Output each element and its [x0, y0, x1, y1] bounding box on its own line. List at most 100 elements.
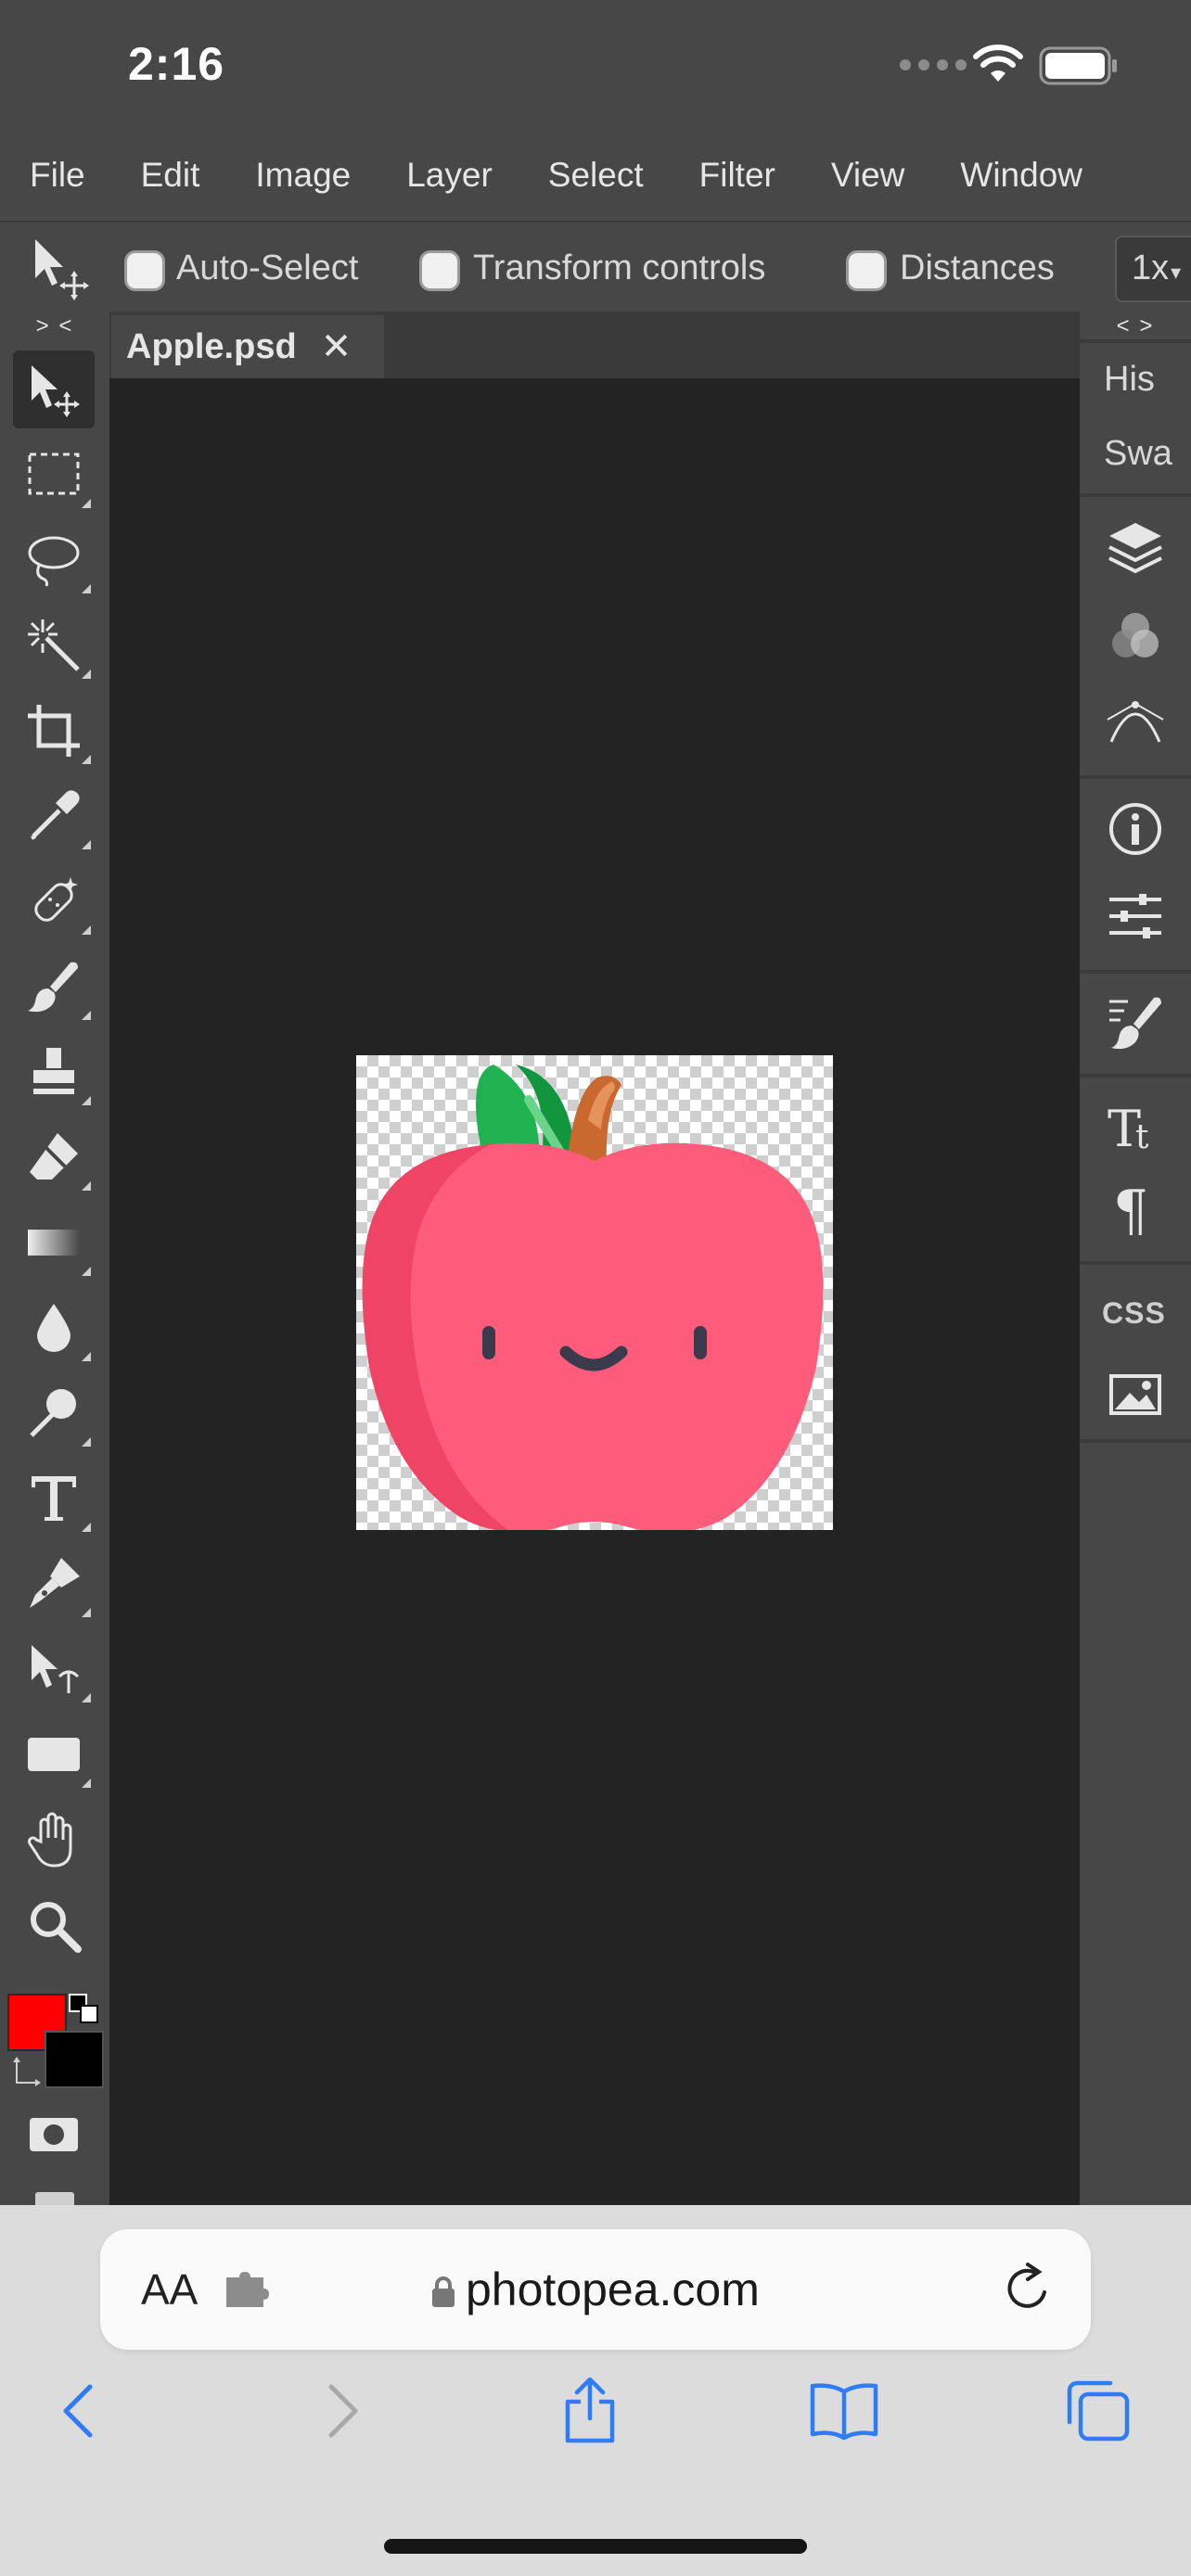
type-tool[interactable] — [13, 1460, 95, 1537]
bandage-icon — [34, 877, 78, 922]
stamp-icon — [33, 1048, 74, 1094]
quick-mask-button[interactable] — [13, 2096, 95, 2174]
move-tool-indicator-icon[interactable] — [32, 236, 91, 300]
transform-controls-checkbox[interactable] — [419, 250, 460, 291]
gradient-icon — [28, 1230, 80, 1256]
zoom-select[interactable]: 1x▾ — [1115, 236, 1191, 302]
eraser-tool[interactable] — [13, 1118, 95, 1196]
layers-icon — [1108, 523, 1162, 574]
brush-tool[interactable] — [13, 948, 95, 1026]
book-icon — [810, 2383, 878, 2440]
screen-mode-icon[interactable] — [35, 2192, 74, 2205]
transform-controls-label: Transform controls — [473, 249, 766, 287]
rectangle-tool[interactable] — [13, 1715, 95, 1793]
menu-image[interactable]: Image — [255, 156, 351, 195]
menu-view[interactable]: View — [831, 156, 905, 195]
distances-label: Distances — [900, 249, 1055, 287]
text-size-label: AA — [141, 2265, 198, 2314]
menu-file[interactable]: File — [30, 156, 85, 195]
right-panel-collapse-button[interactable]: < > — [1080, 313, 1191, 339]
drop-icon — [37, 1304, 70, 1352]
layers-panel-button[interactable] — [1100, 512, 1171, 582]
css-panel-button[interactable]: CSS — [1102, 1296, 1166, 1331]
brush-icon — [28, 962, 78, 1013]
distances-checkbox[interactable] — [846, 250, 887, 291]
status-time: 2:16 — [128, 38, 225, 90]
magnifier-icon — [31, 1902, 82, 1953]
menu-edit[interactable]: Edit — [141, 156, 200, 195]
right-panel: < > His Swa Tt ¶ CSS — [1080, 312, 1191, 2205]
cellular-signal-icon — [900, 59, 967, 70]
bookmarks-button[interactable] — [807, 2374, 881, 2448]
paths-icon — [1107, 701, 1164, 743]
history-panel-tab[interactable]: His — [1104, 360, 1155, 400]
menu-window[interactable]: Window — [960, 156, 1082, 195]
magic-wand-icon — [28, 619, 80, 671]
adjustments-panel-button[interactable] — [1100, 881, 1171, 951]
path-select-tool[interactable] — [13, 1630, 95, 1708]
channels-icon — [1112, 613, 1159, 657]
swap-colors-icon[interactable] — [11, 2055, 45, 2092]
wifi-icon — [973, 45, 1023, 82]
share-button[interactable] — [553, 2374, 627, 2448]
pen-tool[interactable] — [13, 1545, 95, 1623]
healing-tool[interactable] — [13, 862, 95, 940]
back-button[interactable] — [43, 2374, 117, 2448]
move-tool[interactable] — [13, 351, 95, 428]
tab-apple-psd[interactable]: Apple.psd ✕ — [111, 315, 384, 378]
move-icon — [32, 365, 80, 417]
magic-wand-tool[interactable] — [13, 606, 95, 684]
quick-mask-icon — [30, 2118, 78, 2151]
zoom-tool[interactable] — [13, 1886, 95, 1964]
tools-panel: > < — [0, 312, 109, 2205]
tabs-button[interactable] — [1061, 2374, 1135, 2448]
document-canvas[interactable] — [356, 1055, 833, 1530]
reload-icon[interactable] — [1000, 2261, 1056, 2316]
menu-layer[interactable]: Layer — [406, 156, 493, 195]
lasso-tool[interactable] — [13, 521, 95, 599]
dodge-tool[interactable] — [13, 1374, 95, 1452]
hand-tool[interactable] — [13, 1801, 95, 1879]
marquee-tool[interactable] — [13, 436, 95, 514]
document-tabs: Apple.psd ✕ — [109, 312, 1080, 378]
auto-select-label: Auto-Select — [176, 249, 359, 287]
apple-artwork — [362, 1065, 824, 1530]
image-panel-button[interactable] — [1100, 1359, 1171, 1430]
rectangle-icon — [28, 1738, 80, 1771]
swatches-panel-tab[interactable]: Swa — [1104, 434, 1172, 474]
eyedropper-tool[interactable] — [13, 777, 95, 855]
info-panel-button[interactable] — [1100, 794, 1171, 864]
text-size-button[interactable]: AA — [141, 2264, 198, 2315]
auto-select-checkbox[interactable] — [124, 250, 165, 291]
tabs-icon — [1067, 2380, 1130, 2442]
share-icon — [565, 2378, 615, 2443]
menu-select[interactable]: Select — [548, 156, 644, 195]
channels-panel-button[interactable] — [1100, 601, 1171, 671]
crop-tool[interactable] — [13, 692, 95, 770]
extension-puzzle-icon[interactable] — [223, 2270, 273, 2309]
type-icon — [32, 1476, 76, 1521]
default-colors-icon[interactable] — [69, 1994, 102, 2025]
blur-tool[interactable] — [13, 1289, 95, 1367]
forward-button[interactable] — [304, 2374, 378, 2448]
chevron-down-icon: ▾ — [1171, 261, 1182, 284]
crop-icon — [28, 705, 80, 757]
paths-panel-button[interactable] — [1100, 686, 1171, 757]
character-panel-button[interactable]: Tt — [1100, 1090, 1171, 1161]
info-icon — [1109, 803, 1161, 855]
address-bar[interactable]: AA photopea.com — [100, 2229, 1091, 2350]
svg-text:t: t — [1135, 1118, 1149, 1155]
status-bar: 2:16 — [0, 0, 1191, 130]
gradient-tool[interactable] — [13, 1204, 95, 1282]
menu-filter[interactable]: Filter — [699, 156, 775, 195]
tab-label: Apple.psd — [126, 326, 297, 366]
stamp-tool[interactable] — [13, 1033, 95, 1111]
brush-settings-panel-button[interactable] — [1100, 987, 1171, 1057]
path-select-icon — [32, 1645, 80, 1693]
close-icon[interactable]: ✕ — [321, 325, 352, 368]
paragraph-panel-button[interactable]: ¶ — [1100, 1172, 1171, 1243]
toolbar-collapse-button[interactable]: > < — [0, 313, 109, 339]
image-icon — [1109, 1374, 1161, 1415]
background-color-swatch[interactable] — [45, 2031, 104, 2088]
chevron-right-icon — [328, 2384, 358, 2438]
